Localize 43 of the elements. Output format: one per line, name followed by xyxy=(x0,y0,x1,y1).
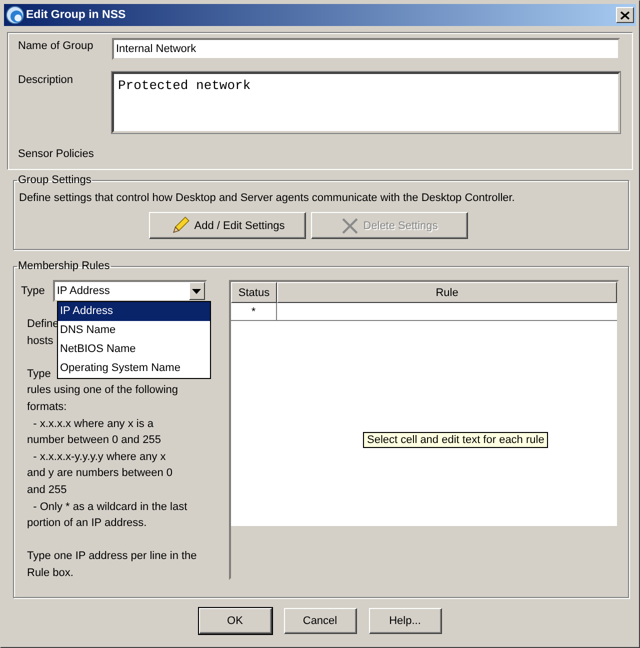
dropdown-option[interactable]: DNS Name xyxy=(58,321,210,340)
dropdown-option[interactable]: IP Address xyxy=(58,302,210,321)
help-text: number between 0 and 255 xyxy=(27,434,161,446)
app-icon xyxy=(6,6,24,24)
edit-button[interactable]: Add / Edit Settings xyxy=(149,212,306,239)
group-title: Group Settings xyxy=(17,174,92,186)
window-title: Edit Group in NSS xyxy=(26,9,127,21)
help-text: and y are numbers between 0 xyxy=(27,467,173,480)
dropdown-option[interactable]: Operating System Name xyxy=(58,359,210,378)
help-text: - Only * as a wildcard in the last xyxy=(32,500,188,513)
table-cell[interactable]: * xyxy=(231,303,277,320)
dropdown[interactable]: IP Address xyxy=(52,280,207,302)
help-text: formats: xyxy=(27,400,67,413)
dropdown-option[interactable]: NetBIOS Name xyxy=(58,340,210,359)
help-text: and 255 xyxy=(27,484,67,496)
dialog-button[interactable]: Cancel xyxy=(284,608,356,634)
text-area[interactable]: Protected network xyxy=(112,72,620,133)
help-text: - x.x.x.x-y.y.y.y where any x xyxy=(32,450,166,463)
dialog-button[interactable]: Help... xyxy=(368,608,442,634)
field-label: Name of Group xyxy=(18,40,94,52)
help-text: - x.x.x.x where any x is a xyxy=(32,418,154,430)
help-text: Type xyxy=(27,368,51,380)
column-header[interactable]: Rule xyxy=(277,282,617,303)
section-label: Sensor Policies xyxy=(18,148,95,160)
column-header[interactable]: Status xyxy=(231,282,277,303)
description-text: Define settings that control how Desktop and Server agents communicate with the Desktop Controller. xyxy=(19,192,516,204)
help-text: hosts xyxy=(27,334,54,347)
close-button[interactable] xyxy=(616,7,634,23)
help-text: rules using one of the following xyxy=(27,384,178,396)
text-field[interactable]: Internal Network xyxy=(112,38,620,60)
field-label: Type xyxy=(21,285,45,297)
tooltip: Select cell and edit text for each rule xyxy=(363,432,548,448)
help-text: portion of an IP address. xyxy=(27,517,147,530)
help-text: Define xyxy=(27,318,59,330)
pencil-icon xyxy=(170,216,190,236)
dialog-button[interactable]: OK xyxy=(198,608,272,634)
cross-icon xyxy=(341,216,360,234)
close-icon xyxy=(620,10,630,20)
field-label: Description xyxy=(18,74,74,86)
dropdown-arrow-icon xyxy=(192,288,202,294)
help-text: Rule box. xyxy=(27,566,74,579)
group-title: Membership Rules xyxy=(17,260,111,272)
help-text: Type one IP address per line in the xyxy=(27,550,197,562)
